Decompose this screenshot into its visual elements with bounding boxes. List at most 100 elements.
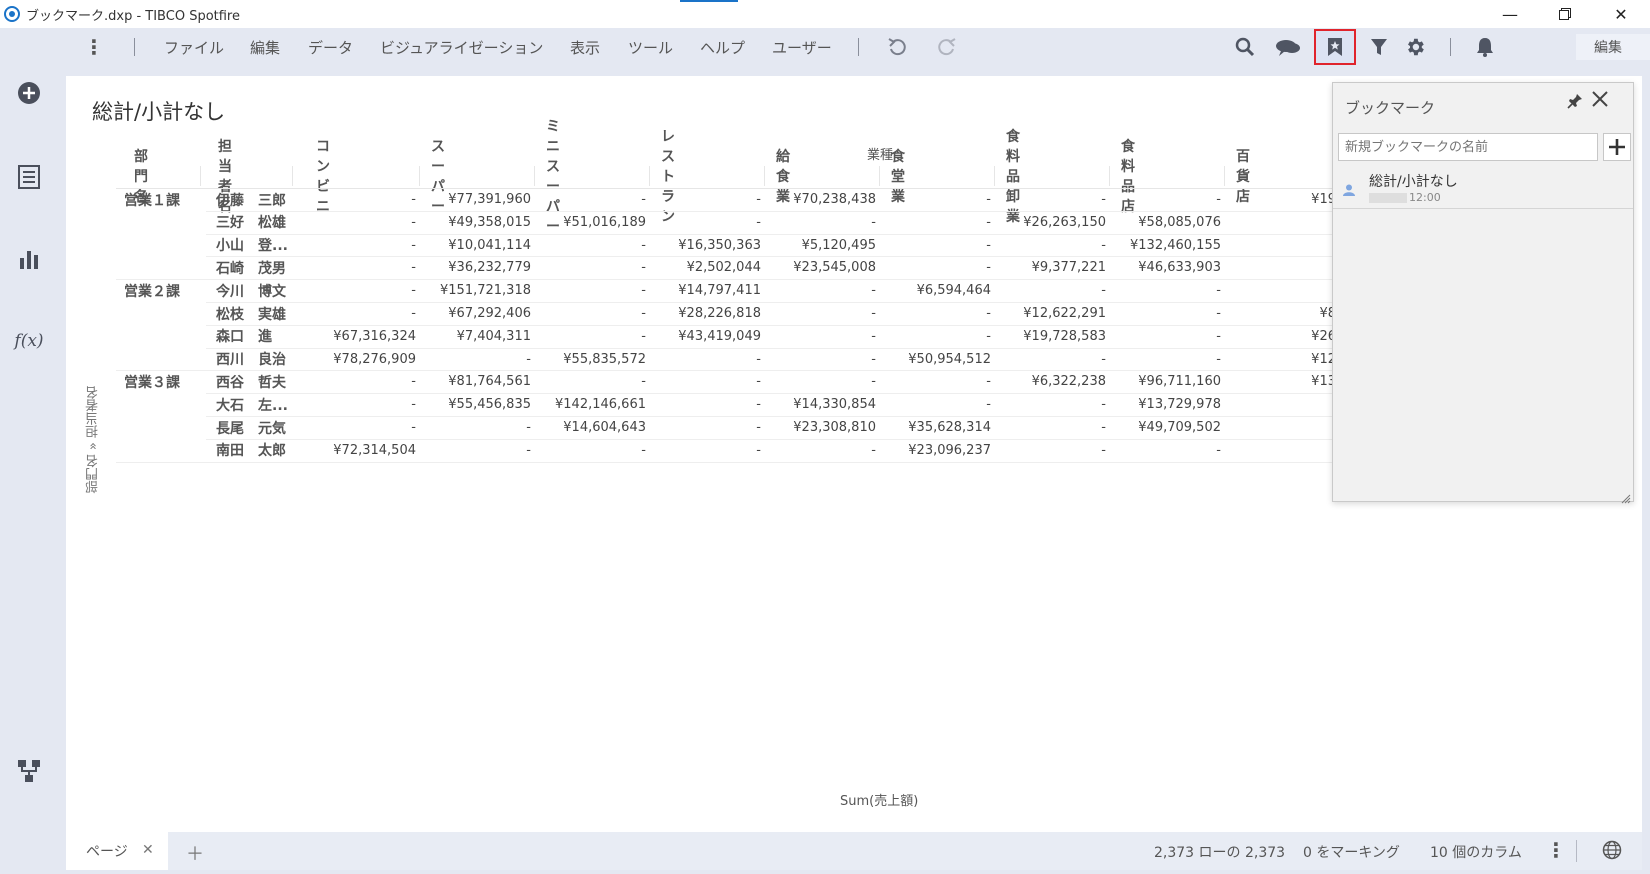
value-cell[interactable]: - — [536, 234, 646, 257]
column-header[interactable]: 給食業 — [776, 149, 790, 205]
value-cell[interactable]: - — [306, 256, 416, 279]
value-cell[interactable]: - — [766, 370, 876, 393]
value-cell[interactable]: ¥35,628,314 — [881, 416, 991, 439]
value-cell[interactable]: ¥6,322,238 — [996, 370, 1106, 393]
data-panel-button[interactable] — [14, 162, 44, 192]
dept-cell[interactable]: 営業３課 — [124, 370, 180, 393]
table-row[interactable]: 松枝 実雄 - ¥67,292,406- ¥28,226,818- - ¥12,622,2… — [116, 302, 1456, 325]
person-cell[interactable]: 石崎 茂男 — [216, 256, 286, 279]
value-cell[interactable]: ¥36,232,779 — [421, 256, 531, 279]
value-cell[interactable]: - — [651, 416, 761, 439]
column-axis-title[interactable]: 業種 — [867, 144, 893, 163]
value-cell[interactable]: - — [306, 416, 416, 439]
value-cell[interactable]: - — [766, 279, 876, 302]
value-cell[interactable]: ¥81,764,561 — [421, 370, 531, 393]
column-header[interactable]: 百貨店 — [1236, 149, 1250, 205]
value-cell[interactable]: ¥49,709,502 — [1111, 416, 1221, 439]
language-button[interactable] — [1602, 840, 1622, 864]
restore-button[interactable] — [1538, 0, 1592, 28]
person-cell[interactable]: 西谷 哲夫 — [216, 370, 286, 393]
person-cell[interactable]: 伊藤 三郎 — [216, 188, 286, 211]
value-cell[interactable]: ¥96,711,160 — [1111, 370, 1221, 393]
value-cell[interactable]: - — [996, 188, 1106, 211]
data-canvas-button[interactable] — [14, 756, 44, 786]
mode-select[interactable]: 編集 — [1576, 34, 1650, 60]
status-more-icon[interactable]: ⋮ — [1546, 838, 1566, 862]
value-cell[interactable]: ¥26 — [1226, 325, 1336, 348]
menu-edit[interactable]: 編集 — [250, 28, 280, 66]
value-cell[interactable]: - — [306, 211, 416, 234]
person-cell[interactable]: 今川 博文 — [216, 279, 286, 302]
value-cell[interactable]: - — [421, 439, 531, 462]
value-cell[interactable]: ¥6,594,464 — [881, 279, 991, 302]
value-cell[interactable]: - — [1111, 279, 1221, 302]
table-row[interactable]: 営業３課 西谷 哲夫 - ¥81,764,561- - - - ¥6,322,238 ¥96,7… — [116, 370, 1456, 393]
bookmark-button[interactable] — [1314, 29, 1356, 65]
add-data-button[interactable] — [14, 78, 44, 108]
close-tab-icon[interactable]: ✕ — [142, 842, 154, 858]
table-row[interactable]: 長尾 元気 - - ¥14,604,643- ¥23,308,810 ¥35,628,31… — [116, 416, 1456, 439]
person-cell[interactable]: 三好 松雄 — [216, 211, 286, 234]
person-cell[interactable]: 松枝 実雄 — [216, 302, 286, 325]
value-cell[interactable]: ¥67,316,324 — [306, 325, 416, 348]
value-cell[interactable]: - — [306, 279, 416, 302]
value-cell[interactable]: ¥151,721,318 — [421, 279, 531, 302]
value-cell[interactable]: - — [766, 302, 876, 325]
value-cell[interactable]: - — [1111, 439, 1221, 462]
row-header-person[interactable]: 担当者名 — [218, 139, 232, 215]
value-cell[interactable]: - — [536, 370, 646, 393]
row-axis-title[interactable]: 部門名 » 担当者名 — [84, 386, 103, 493]
resize-grip[interactable] — [1621, 489, 1631, 504]
collaboration-button[interactable] — [1273, 32, 1303, 62]
column-header[interactable]: ミニスーパー — [546, 119, 560, 235]
value-cell[interactable]: - — [766, 439, 876, 462]
dept-cell[interactable]: 営業２課 — [124, 279, 180, 302]
redo-button[interactable] — [932, 32, 962, 62]
value-cell[interactable]: ¥78,276,909 — [306, 348, 416, 371]
person-cell[interactable]: 長尾 元気 — [216, 416, 286, 439]
undo-button[interactable] — [882, 32, 912, 62]
dept-cell[interactable]: 営業１課 — [124, 188, 180, 211]
value-cell[interactable]: - — [881, 211, 991, 234]
menu-view[interactable]: 表示 — [570, 28, 600, 66]
value-cell[interactable]: - — [996, 393, 1106, 416]
minimize-button[interactable]: — — [1483, 0, 1537, 28]
value-cell[interactable]: ¥28,226,818 — [651, 302, 761, 325]
value-cell[interactable]: - — [1111, 325, 1221, 348]
value-cell[interactable]: ¥58,085,076 — [1111, 211, 1221, 234]
value-cell[interactable]: - — [1111, 348, 1221, 371]
value-cell[interactable]: - — [651, 393, 761, 416]
value-cell[interactable]: - — [536, 439, 646, 462]
value-cell[interactable]: ¥10,041,114 — [421, 234, 531, 257]
value-cell[interactable]: ¥12 — [1226, 348, 1336, 371]
value-cell[interactable]: - — [306, 234, 416, 257]
value-cell[interactable]: - — [651, 211, 761, 234]
table-row[interactable]: 小山 登... - ¥10,041,114- ¥16,350,363 ¥5,120,49… — [116, 234, 1456, 257]
value-cell[interactable]: ¥43,419,049 — [651, 325, 761, 348]
value-cell[interactable]: ¥12,622,291 — [996, 302, 1106, 325]
value-cell[interactable]: ¥14,604,643 — [536, 416, 646, 439]
value-cell[interactable]: - — [996, 234, 1106, 257]
column-header[interactable]: レストラン — [661, 129, 675, 225]
column-header[interactable]: 食料品店 — [1121, 139, 1135, 215]
value-cell[interactable]: - — [881, 234, 991, 257]
table-row[interactable]: 営業２課 今川 博文 - ¥151,721,318- ¥14,797,411- ¥6,59… — [116, 279, 1456, 302]
value-cell[interactable]: - — [766, 348, 876, 371]
table-row[interactable]: 西川 良治 ¥78,276,909- ¥55,835,572- - ¥50,954,51… — [116, 348, 1456, 371]
table-row[interactable]: 三好 松雄 - ¥49,358,015 ¥51,016,189- - - ¥26,263,1… — [116, 211, 1456, 234]
value-axis-label[interactable]: Sum(売上額) — [840, 790, 918, 809]
value-cell[interactable]: - — [651, 348, 761, 371]
value-cell[interactable]: - — [421, 416, 531, 439]
value-cell[interactable]: - — [536, 279, 646, 302]
value-cell[interactable]: - — [536, 256, 646, 279]
table-row[interactable]: 大石 左... - ¥55,456,835 ¥142,146,661- ¥14,330,… — [116, 393, 1456, 416]
add-page-button[interactable]: ＋ — [186, 840, 204, 866]
add-bookmark-button[interactable] — [1603, 133, 1631, 161]
close-window-button[interactable]: ✕ — [1594, 0, 1648, 28]
value-cell[interactable]: - — [996, 279, 1106, 302]
value-cell[interactable]: - — [536, 188, 646, 211]
value-cell[interactable]: - — [1111, 302, 1221, 325]
value-cell[interactable]: ¥55,456,835 — [421, 393, 531, 416]
value-cell[interactable]: ¥2,502,044 — [651, 256, 761, 279]
value-cell[interactable]: - — [306, 188, 416, 211]
